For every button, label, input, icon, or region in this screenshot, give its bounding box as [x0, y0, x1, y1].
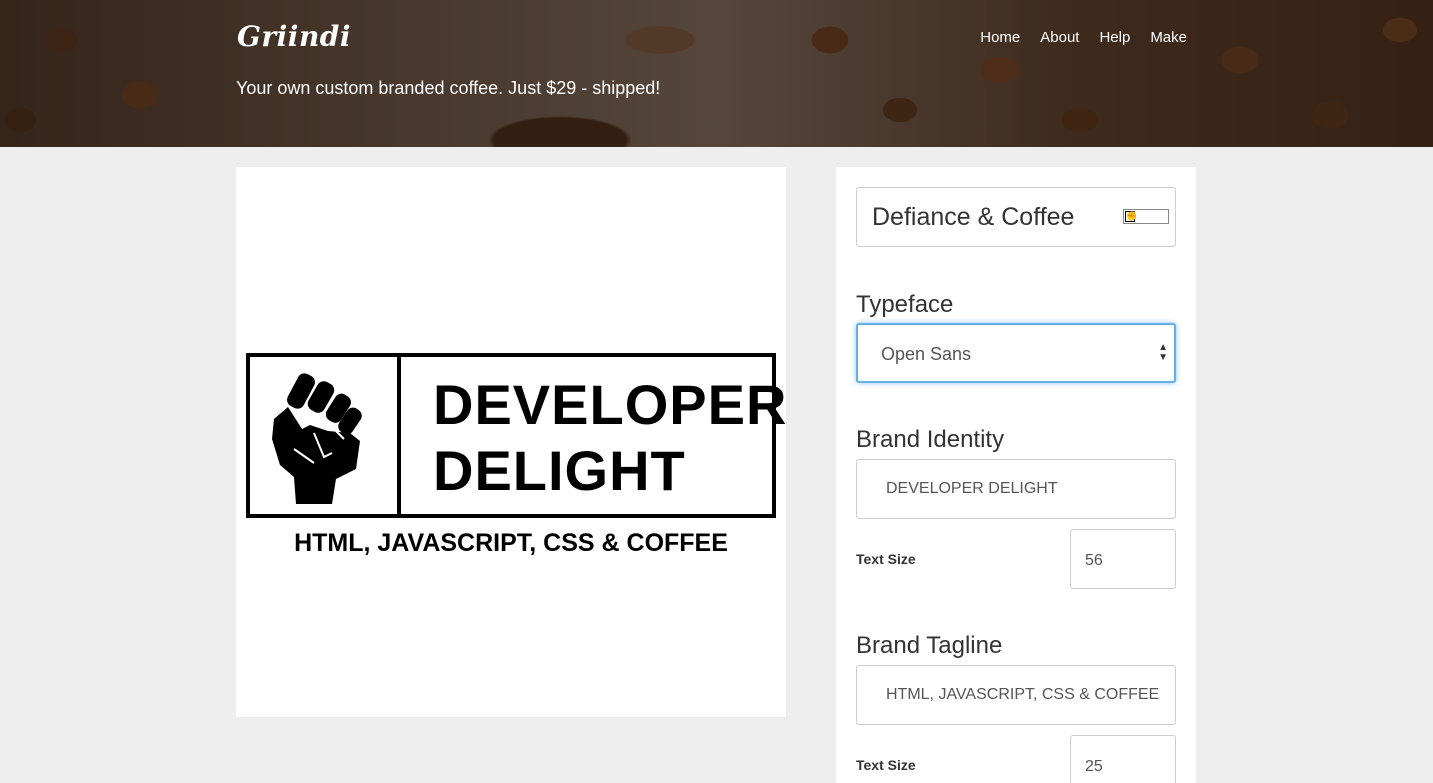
identity-text-size-input[interactable]: 56 [1070, 529, 1176, 589]
hero-tagline: Your own custom branded coffee. Just $29… [236, 78, 661, 98]
raised-fist-icon [272, 373, 362, 504]
nav-make[interactable]: Make [1150, 29, 1187, 46]
brand-identity-input[interactable]: DEVELOPER DELIGHT [856, 459, 1176, 519]
brand-tagline-value: HTML, JAVASCRIPT, CSS & COFFEE [886, 686, 1160, 703]
site-logo[interactable]: Griindi [237, 20, 351, 53]
tagline-text-size-input[interactable]: 25 [1070, 735, 1176, 783]
fist-thumb-icon: ✊ [1125, 211, 1138, 222]
design-name-text: Defiance & Coffee [872, 203, 1075, 231]
tagline-text-size-label: Text Size [856, 757, 916, 773]
brand-tagline-input[interactable]: HTML, JAVASCRIPT, CSS & COFFEE [856, 665, 1176, 725]
nav-home[interactable]: Home [980, 29, 1020, 46]
label-divider [397, 357, 401, 514]
design-panel: Defiance & Coffee ✊ Typeface Open Sans ▲… [836, 167, 1196, 783]
main-nav: Home About Help Make [980, 29, 1187, 46]
nav-about[interactable]: About [1040, 29, 1079, 46]
typeface-select[interactable]: Open Sans ▲ ▼ [856, 323, 1176, 383]
identity-text-size-value: 56 [1085, 552, 1103, 569]
typeface-title: Typeface [856, 291, 954, 318]
preview-brand-line-1: DEVELOPER [433, 373, 788, 436]
preview-brand-line-2: DELIGHT [433, 439, 686, 502]
brand-identity-title: Brand Identity [856, 426, 1005, 453]
label-frame: DEVELOPER DELIGHT [246, 353, 786, 518]
brand-identity-value: DEVELOPER DELIGHT [886, 480, 1058, 497]
nav-help[interactable]: Help [1099, 29, 1130, 46]
tagline-text-size-value: 25 [1085, 758, 1103, 775]
preview-tagline: HTML, JAVASCRIPT, CSS & COFFEE [294, 529, 728, 557]
select-arrows-icon: ▲ ▼ [1158, 342, 1168, 363]
identity-text-size-label: Text Size [856, 551, 916, 567]
hero-header: Griindi Home About Help Make Your own cu… [0, 0, 1433, 147]
design-name-field[interactable]: Defiance & Coffee ✊ [856, 187, 1176, 247]
icon-toggle[interactable]: ✊ [1123, 209, 1169, 224]
typeface-selected-value: Open Sans [881, 344, 972, 364]
brand-tagline-title: Brand Tagline [856, 632, 1003, 659]
label-preview: DEVELOPER DELIGHT HTML, JAVASCRIPT, CSS … [236, 167, 786, 717]
